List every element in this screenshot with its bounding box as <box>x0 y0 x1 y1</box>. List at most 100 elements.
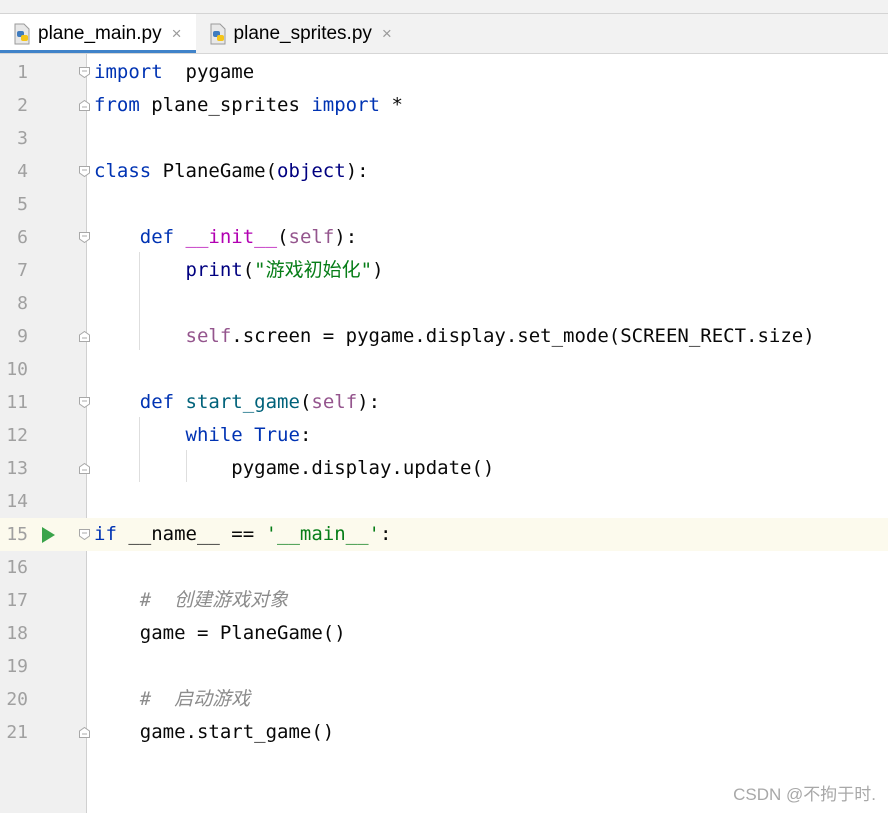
line-number[interactable]: 6 <box>0 221 28 254</box>
code-token: .screen = pygame.display.set_mode(SCREEN… <box>231 325 815 347</box>
code-line[interactable]: 18 game = PlaneGame() <box>0 617 888 650</box>
fold-close-icon[interactable] <box>79 331 90 342</box>
line-number[interactable]: 4 <box>0 155 28 188</box>
code-line[interactable]: 17 # 创建游戏对象 <box>0 584 888 617</box>
code-token: class <box>94 160 152 182</box>
code-text[interactable]: def start_game(self): <box>94 386 380 419</box>
code-line[interactable]: 16 <box>0 551 888 584</box>
code-text[interactable]: class PlaneGame(object): <box>94 155 369 188</box>
line-number[interactable]: 16 <box>0 551 28 584</box>
code-token: ) <box>372 259 384 281</box>
fold-open-icon[interactable] <box>79 397 90 408</box>
line-number[interactable]: 11 <box>0 386 28 419</box>
code-token: PlaneGame( <box>151 160 278 182</box>
tab-label: plane_main.py <box>38 22 162 44</box>
code-token: __name__ == <box>116 523 266 545</box>
code-token: def <box>139 391 175 413</box>
code-line[interactable]: 1 import pygame <box>0 56 888 89</box>
fold-open-icon[interactable] <box>79 166 90 177</box>
python-file-icon <box>208 23 228 45</box>
line-number[interactable]: 5 <box>0 188 28 221</box>
code-line[interactable]: 9 self.screen = pygame.display.set_mode(… <box>0 320 888 353</box>
code-text[interactable]: # 创建游戏对象 <box>94 584 288 617</box>
code-text[interactable]: self.screen = pygame.display.set_mode(SC… <box>94 320 815 353</box>
code-text[interactable]: print("游戏初始化") <box>94 254 384 287</box>
code-text[interactable]: if __name__ == '__main__': <box>94 518 391 551</box>
code-line[interactable]: 2 from plane_sprites import * <box>0 89 888 122</box>
code-token: plane_sprites <box>139 94 312 116</box>
fold-open-icon[interactable] <box>79 67 90 78</box>
code-token: : <box>380 523 392 545</box>
code-line[interactable]: 14 <box>0 485 888 518</box>
code-line[interactable]: 4 class PlaneGame(object): <box>0 155 888 188</box>
run-icon[interactable] <box>42 527 55 543</box>
code-token: ( <box>242 259 255 281</box>
code-text[interactable]: def __init__(self): <box>94 221 357 254</box>
line-number[interactable]: 15 <box>0 518 28 551</box>
code-line[interactable]: 12 while True: <box>0 419 888 452</box>
line-number[interactable]: 10 <box>0 353 28 386</box>
code-line[interactable]: 8 <box>0 287 888 320</box>
line-number[interactable]: 12 <box>0 419 28 452</box>
line-number[interactable]: 19 <box>0 650 28 683</box>
code-token: game.start_game() <box>94 721 335 743</box>
code-token: def <box>139 226 175 248</box>
code-line[interactable]: 19 <box>0 650 888 683</box>
code-line[interactable]: 21 game.start_game() <box>0 716 888 749</box>
code-line[interactable]: 15 if __name__ == '__main__': <box>0 518 888 551</box>
close-tab-icon[interactable]: × <box>172 24 182 44</box>
code-token: if <box>94 523 117 545</box>
code-line[interactable]: 7 print("游戏初始化") <box>0 254 888 287</box>
code-token: self <box>185 325 232 347</box>
code-token: ): <box>334 226 358 248</box>
code-token: # 启动游戏 <box>139 688 251 710</box>
line-number[interactable]: 20 <box>0 683 28 716</box>
line-number[interactable]: 9 <box>0 320 28 353</box>
code-text[interactable]: pygame.display.update() <box>94 452 494 485</box>
code-text[interactable]: game.start_game() <box>94 716 334 749</box>
code-line[interactable]: 6 def __init__(self): <box>0 221 888 254</box>
line-number[interactable]: 2 <box>0 89 28 122</box>
code-text[interactable]: game = PlaneGame() <box>94 617 346 650</box>
code-token: pygame <box>162 61 255 83</box>
code-line[interactable]: 10 <box>0 353 888 386</box>
line-number[interactable]: 13 <box>0 452 28 485</box>
code-text[interactable]: while True: <box>94 419 312 452</box>
line-number[interactable]: 7 <box>0 254 28 287</box>
python-file-icon <box>12 23 32 45</box>
code-line[interactable]: 11 def start_game(self): <box>0 386 888 419</box>
code-line[interactable]: 3 <box>0 122 888 155</box>
line-number[interactable]: 8 <box>0 287 28 320</box>
fold-close-icon[interactable] <box>79 727 90 738</box>
code-token: __init__ <box>185 226 278 248</box>
code-text[interactable]: # 启动游戏 <box>94 683 250 716</box>
editor-tab-bar: plane_main.py × plane_sprites.py × <box>0 14 888 54</box>
code-line[interactable]: 5 <box>0 188 888 221</box>
code-text[interactable]: import pygame <box>94 56 254 89</box>
line-number[interactable]: 21 <box>0 716 28 749</box>
fold-open-icon[interactable] <box>79 232 90 243</box>
line-number[interactable]: 1 <box>0 56 28 89</box>
code-token: True <box>254 424 300 446</box>
indent-guide <box>186 450 187 482</box>
tab-plane-main[interactable]: plane_main.py × <box>0 14 196 53</box>
line-number[interactable]: 18 <box>0 617 28 650</box>
indent-guide <box>139 417 140 482</box>
line-number[interactable]: 3 <box>0 122 28 155</box>
tab-plane-sprites[interactable]: plane_sprites.py × <box>196 14 406 53</box>
code-line[interactable]: 20 # 启动游戏 <box>0 683 888 716</box>
code-text[interactable]: from plane_sprites import * <box>94 89 403 122</box>
fold-open-icon[interactable] <box>79 529 90 540</box>
fold-close-icon[interactable] <box>79 463 90 474</box>
line-number[interactable]: 17 <box>0 584 28 617</box>
line-number[interactable]: 14 <box>0 485 28 518</box>
fold-close-icon[interactable] <box>79 100 90 111</box>
window-top-strip <box>0 0 888 14</box>
code-line[interactable]: 13 pygame.display.update() <box>0 452 888 485</box>
close-tab-icon[interactable]: × <box>382 24 392 44</box>
